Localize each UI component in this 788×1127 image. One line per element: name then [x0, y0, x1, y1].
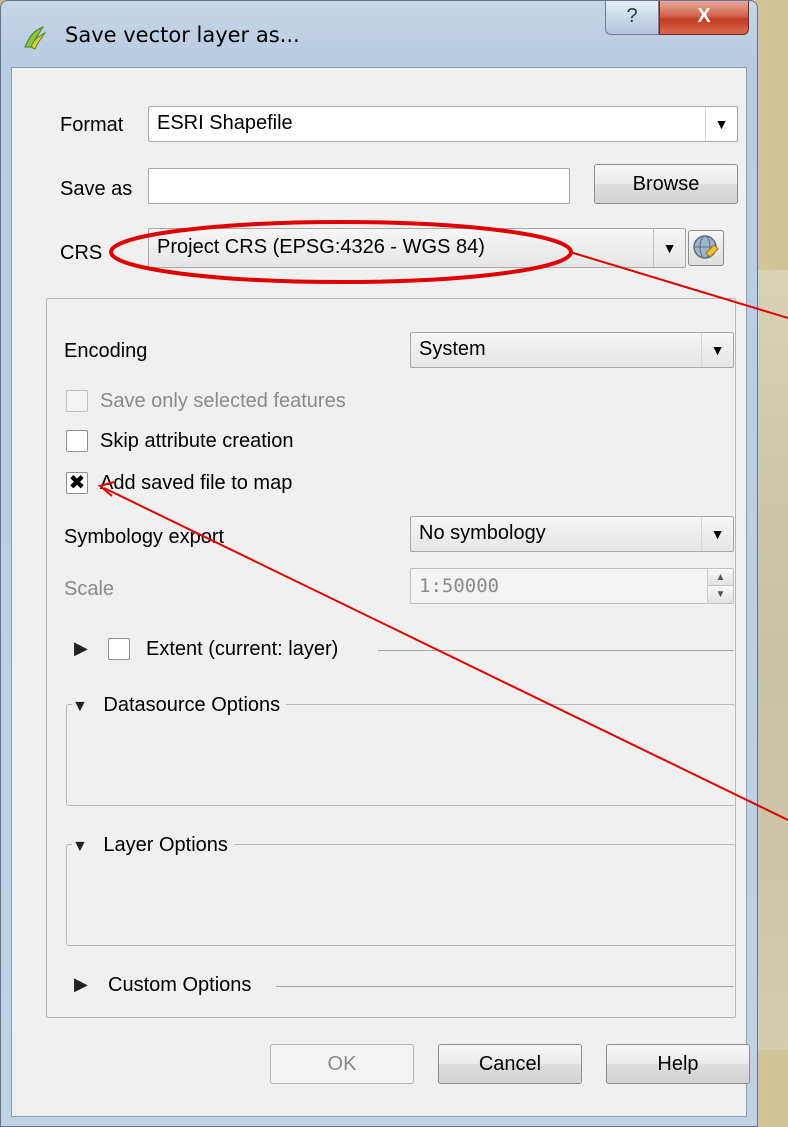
format-combo[interactable]: ESRI Shapefile ▼ — [148, 106, 738, 142]
datasource-options-header[interactable]: ▼ Datasource Options — [72, 694, 287, 717]
scale-label: Scale — [64, 578, 115, 600]
spin-up-icon[interactable]: ▲ — [707, 569, 733, 586]
title-bar[interactable]: Save vector layer as... ? X — [1, 1, 757, 67]
encoding-value: System — [419, 338, 486, 360]
add-to-map-checkbox[interactable]: ✖ — [66, 472, 88, 494]
crs-select-button[interactable] — [688, 230, 724, 266]
layer-options-box — [66, 844, 736, 946]
layer-options-label: Layer Options — [103, 834, 228, 856]
dialog-body: Format ESRI Shapefile ▼ Save as Browse C… — [11, 67, 750, 1117]
window-title: Save vector layer as... — [65, 23, 300, 47]
symbology-label: Symbology export — [64, 526, 225, 548]
chevron-down-icon: ▼ — [701, 517, 733, 551]
scale-value: 1:50000 — [419, 575, 500, 597]
background-map — [756, 270, 788, 1050]
crs-combo[interactable]: Project CRS (EPSG:4326 - WGS 84) ▼ — [148, 228, 686, 268]
extent-label[interactable]: Extent (current: layer) — [146, 638, 338, 661]
save-selected-label: Save only selected features — [100, 390, 346, 412]
layer-options-header[interactable]: ▼ Layer Options — [72, 834, 234, 857]
format-value: ESRI Shapefile — [157, 112, 293, 134]
globe-icon — [693, 235, 719, 259]
triangle-down-icon: ▼ — [72, 838, 88, 855]
custom-options-label[interactable]: Custom Options — [108, 974, 251, 997]
encoding-combo[interactable]: System ▼ — [410, 332, 734, 368]
symbology-value: No symbology — [419, 522, 546, 544]
triangle-right-icon[interactable]: ▶ — [74, 638, 88, 659]
skip-attribute-label: Skip attribute creation — [100, 430, 294, 452]
scale-spinbox[interactable]: 1:50000 ▲ ▼ — [410, 568, 734, 604]
skip-attribute-checkbox[interactable] — [66, 430, 88, 452]
format-label: Format — [60, 114, 124, 136]
qgis-icon — [24, 25, 47, 50]
chevron-down-icon: ▼ — [705, 107, 737, 141]
crs-label: CRS — [60, 242, 103, 264]
crs-value: Project CRS (EPSG:4326 - WGS 84) — [157, 236, 485, 258]
save-selected-checkbox[interactable] — [66, 390, 88, 412]
ok-button[interactable]: OK — [270, 1044, 414, 1084]
close-button[interactable]: X — [659, 1, 749, 35]
chevron-down-icon: ▼ — [701, 333, 733, 367]
triangle-right-icon[interactable]: ▶ — [74, 974, 88, 995]
extent-checkbox[interactable] — [108, 638, 130, 660]
context-help-button[interactable]: ? — [605, 1, 659, 35]
save-vector-layer-dialog: Save vector layer as... ? X Format ESRI … — [0, 0, 758, 1127]
save-as-label: Save as — [60, 178, 133, 200]
add-to-map-label: Add saved file to map — [100, 472, 293, 494]
encoding-label: Encoding — [64, 340, 148, 362]
custom-options-divider — [276, 986, 734, 987]
save-as-input[interactable] — [148, 168, 570, 204]
symbology-combo[interactable]: No symbology ▼ — [410, 516, 734, 552]
triangle-down-icon: ▼ — [72, 698, 88, 715]
chevron-down-icon: ▼ — [653, 229, 685, 267]
extent-divider — [378, 650, 734, 651]
datasource-options-label: Datasource Options — [103, 694, 281, 716]
browse-button[interactable]: Browse — [594, 164, 738, 204]
help-button[interactable]: Help — [606, 1044, 750, 1084]
cancel-button[interactable]: Cancel — [438, 1044, 582, 1084]
spin-down-icon[interactable]: ▼ — [707, 586, 733, 603]
datasource-options-box — [66, 704, 736, 806]
